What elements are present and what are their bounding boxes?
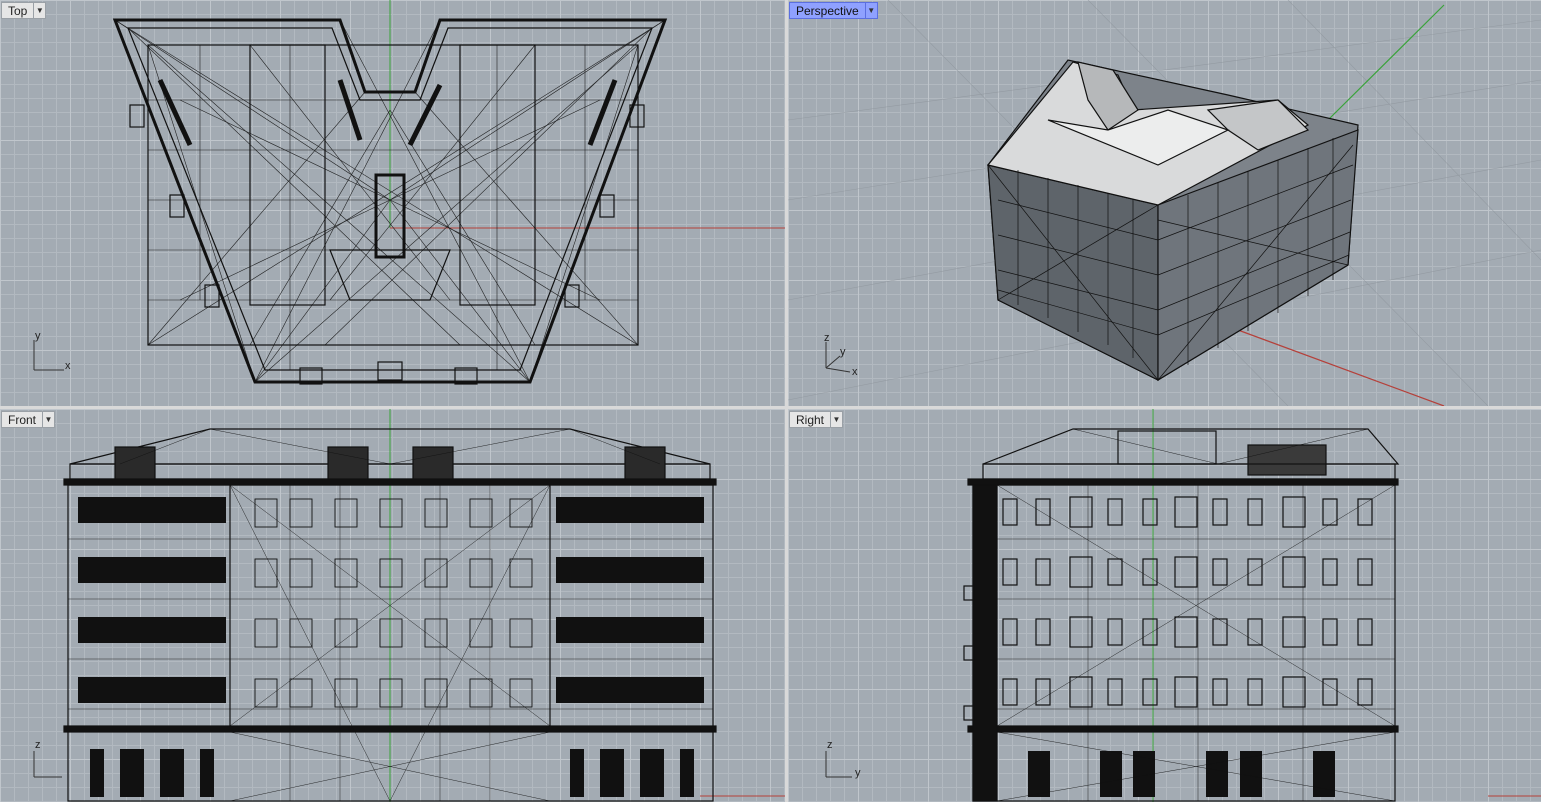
viewport-tab-front[interactable]: Front ▼ [1, 411, 56, 428]
chevron-down-icon[interactable]: ▼ [33, 2, 47, 19]
axis-label-z: z [824, 332, 830, 344]
perspective-model [788, 0, 1541, 406]
viewport-label[interactable]: Right [789, 411, 831, 428]
chevron-down-icon[interactable]: ▼ [830, 411, 844, 428]
axis-label-z: z [35, 739, 41, 751]
axis-glyph: z y x [820, 332, 870, 382]
viewport-label[interactable]: Top [1, 2, 34, 19]
axis-glyph: z y [822, 739, 872, 789]
axis-label-x: x [65, 360, 71, 372]
top-wireframe [112, 0, 785, 385]
chevron-down-icon[interactable]: ▼ [864, 2, 878, 19]
axis-label-y: y [840, 346, 846, 358]
viewport-top[interactable]: Top ▼ y x [0, 0, 785, 406]
viewport-label[interactable]: Front [1, 411, 43, 428]
axis-glyph: z [30, 739, 80, 789]
axis-label-z: z [827, 739, 833, 751]
viewport-front[interactable]: Front ▼ z [0, 409, 785, 802]
axis-label-y: y [35, 330, 41, 342]
right-wireframe [963, 409, 1541, 802]
viewport-label[interactable]: Perspective [789, 2, 865, 19]
front-wireframe [63, 409, 785, 802]
viewport-tab-right[interactable]: Right ▼ [789, 411, 844, 428]
axis-label-x: x [852, 366, 858, 378]
viewport-tab-perspective[interactable]: Perspective ▼ [789, 2, 878, 19]
chevron-down-icon[interactable]: ▼ [42, 411, 56, 428]
axis-label-y: y [855, 767, 861, 779]
viewport-tab-top[interactable]: Top ▼ [1, 2, 47, 19]
viewport-right[interactable]: Right ▼ z y [788, 409, 1541, 802]
axis-glyph: y x [30, 330, 80, 380]
viewport-perspective[interactable]: Perspective ▼ z y x [788, 0, 1541, 406]
